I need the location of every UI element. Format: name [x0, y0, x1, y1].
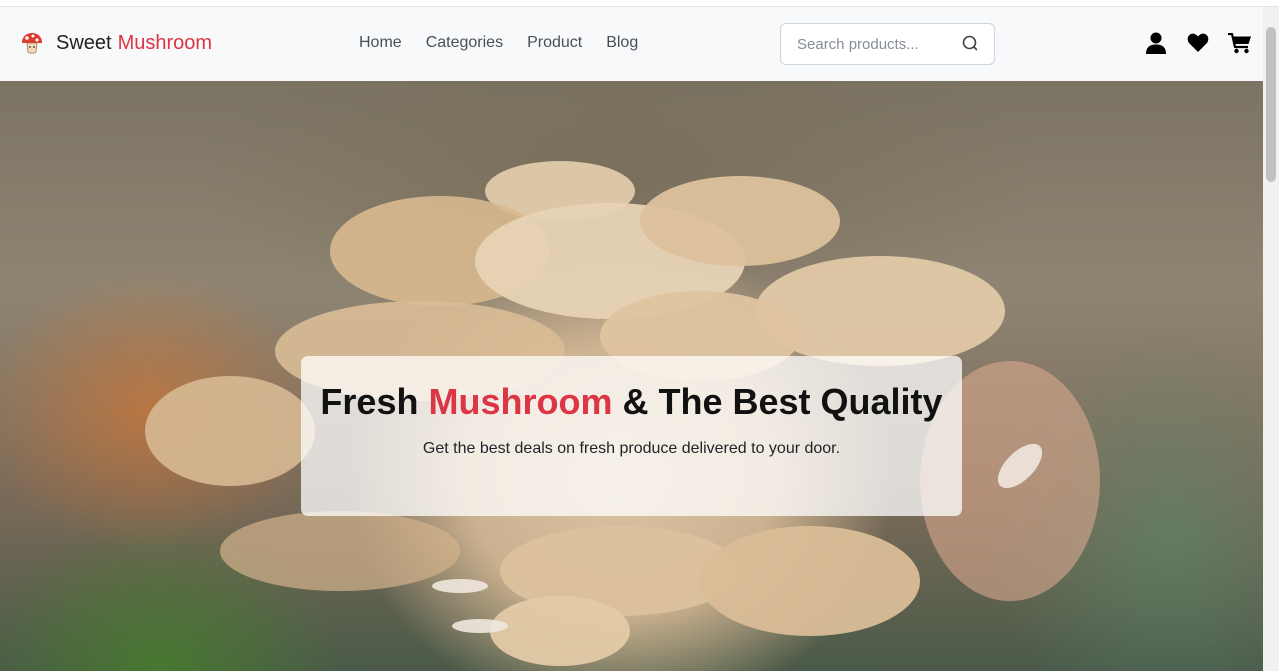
- brand[interactable]: Sweet Mushroom: [20, 31, 212, 55]
- user-icon: [1146, 32, 1166, 54]
- hero-title-part1: Fresh: [320, 381, 419, 422]
- hero-card: Fresh Mushroom & The Best Quality Get th…: [301, 356, 962, 516]
- main-nav: Home Categories Product Blog: [359, 34, 662, 52]
- search-box: [780, 23, 995, 65]
- search-input[interactable]: [782, 25, 962, 63]
- hero-title-part2: & The Best Quality: [622, 381, 943, 422]
- brand-name-accent: Mushroom: [117, 31, 213, 54]
- page-scrollbar[interactable]: [1263, 7, 1279, 671]
- navbar: Sweet Mushroom Home Categories Product B…: [0, 7, 1263, 81]
- cart-button[interactable]: [1228, 32, 1252, 54]
- wishlist-button[interactable]: [1186, 32, 1210, 54]
- nav-link-product[interactable]: Product: [527, 34, 582, 52]
- window-top-border: [0, 0, 1279, 7]
- nav-link-categories[interactable]: Categories: [426, 34, 503, 52]
- scrollbar-thumb[interactable]: [1266, 27, 1276, 182]
- nav-link-home[interactable]: Home: [359, 34, 402, 52]
- search-icon[interactable]: [962, 35, 978, 51]
- brand-name: Sweet: [56, 31, 112, 54]
- hero-title-accent: Mushroom: [428, 381, 613, 422]
- hero-subtitle: Get the best deals on fresh produce deli…: [422, 440, 841, 457]
- account-button[interactable]: [1144, 32, 1168, 54]
- hero-banner: Fresh Mushroom & The Best Quality Get th…: [0, 81, 1263, 671]
- header-icons: [1144, 32, 1252, 54]
- mushroom-icon: [22, 33, 42, 54]
- cart-icon: [1228, 32, 1251, 53]
- heart-icon: [1187, 33, 1209, 52]
- nav-link-blog[interactable]: Blog: [606, 34, 638, 52]
- hero-title: Fresh Mushroom & The Best Quality: [301, 381, 962, 423]
